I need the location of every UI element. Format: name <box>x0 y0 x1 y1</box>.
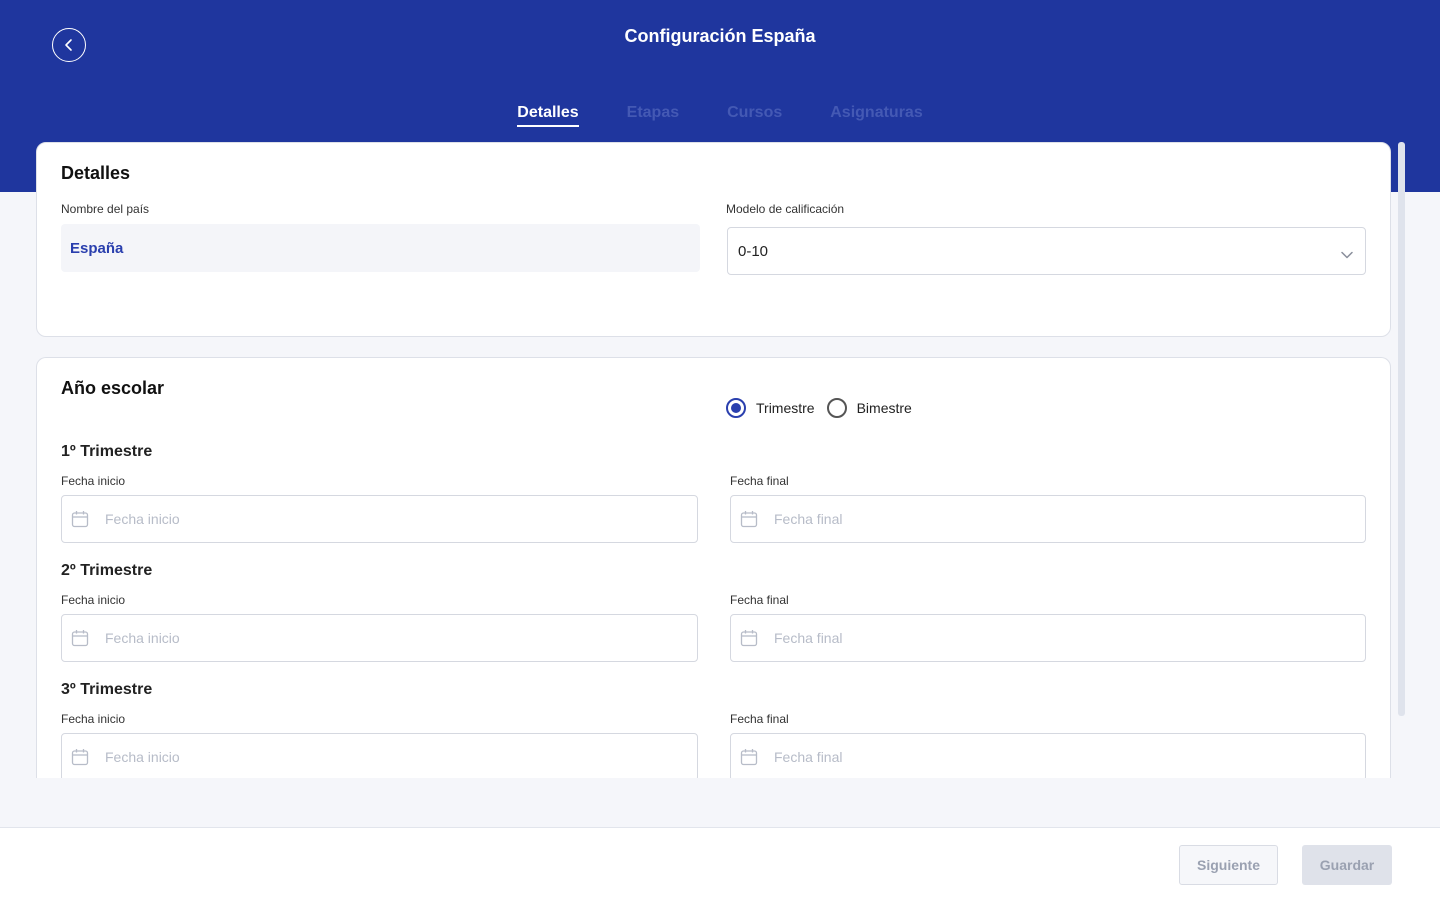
radio-bimestre-label: Bimestre <box>856 400 912 416</box>
period-1-start-input[interactable]: Fecha inicio <box>61 495 698 543</box>
vertical-scrollbar[interactable] <box>1398 142 1405 716</box>
page-title: Configuración España <box>624 26 816 46</box>
period-2-start-placeholder: Fecha inicio <box>105 630 180 646</box>
country-name-label: Nombre del país <box>61 202 150 216</box>
period-3-start-placeholder: Fecha inicio <box>105 749 180 765</box>
period-2-title: 2º Trimestre <box>61 562 153 579</box>
radio-bimestre[interactable]: Bimestre <box>826 398 912 418</box>
chevron-down-icon <box>1341 246 1353 263</box>
period-3-start-label: Fecha inicio <box>61 712 126 726</box>
calendar-icon <box>740 510 758 528</box>
footer-bar: Siguiente Guardar <box>0 827 1440 900</box>
radio-trimestre[interactable]: Trimestre <box>726 398 815 418</box>
period-3-title: 3º Trimestre <box>61 681 153 698</box>
tab-asignaturas[interactable]: Asignaturas <box>830 103 922 126</box>
grading-model-select[interactable]: 0-10 <box>727 227 1366 275</box>
period-1-end-placeholder: Fecha final <box>774 511 843 527</box>
grading-model-label: Modelo de calificación <box>726 202 845 216</box>
period-2-start-input[interactable]: Fecha inicio <box>61 614 698 662</box>
details-card: Detalles Nombre del país España Modelo d… <box>36 142 1391 337</box>
period-type-radio-group: Trimestre Bimestre <box>726 398 924 418</box>
period-3-end-input[interactable]: Fecha final <box>730 733 1366 778</box>
country-name-value: España <box>70 239 124 257</box>
period-1-start-label: Fecha inicio <box>61 474 126 488</box>
period-2-start-label: Fecha inicio <box>61 593 126 607</box>
period-3-end-placeholder: Fecha final <box>774 749 843 765</box>
period-2-end-input[interactable]: Fecha final <box>730 614 1366 662</box>
radio-unchecked-icon <box>826 398 847 418</box>
tab-detalles[interactable]: Detalles <box>517 103 580 127</box>
grading-model-value: 0-10 <box>738 242 769 260</box>
period-1-end-label: Fecha final <box>730 474 789 488</box>
calendar-icon <box>71 629 89 647</box>
period-3-start-input[interactable]: Fecha inicio <box>61 733 698 778</box>
tab-etapas[interactable]: Etapas <box>627 103 679 126</box>
details-title: Detalles <box>61 163 131 183</box>
period-1-end-input[interactable]: Fecha final <box>730 495 1366 543</box>
radio-checked-icon <box>726 398 746 418</box>
period-2-end-label: Fecha final <box>730 593 789 607</box>
period-2-end-placeholder: Fecha final <box>774 630 843 646</box>
save-button[interactable]: Guardar <box>1302 845 1392 885</box>
period-1-title: 1º Trimestre <box>61 443 153 460</box>
country-name-field: España <box>61 224 700 272</box>
radio-trimestre-label: Trimestre <box>756 400 815 416</box>
tab-cursos[interactable]: Cursos <box>727 103 782 126</box>
calendar-icon <box>740 629 758 647</box>
period-3-end-label: Fecha final <box>730 712 789 726</box>
period-1-start-placeholder: Fecha inicio <box>105 511 180 527</box>
school-year-title: Año escolar <box>61 378 165 398</box>
calendar-icon <box>740 748 758 766</box>
calendar-icon <box>71 510 89 528</box>
school-year-card: Año escolar Trimestre Bimestre 1º Trimes… <box>36 357 1391 778</box>
next-button[interactable]: Siguiente <box>1179 845 1278 885</box>
calendar-icon <box>71 748 89 766</box>
tab-bar: Detalles Etapas Cursos Asignaturas <box>0 103 1440 127</box>
